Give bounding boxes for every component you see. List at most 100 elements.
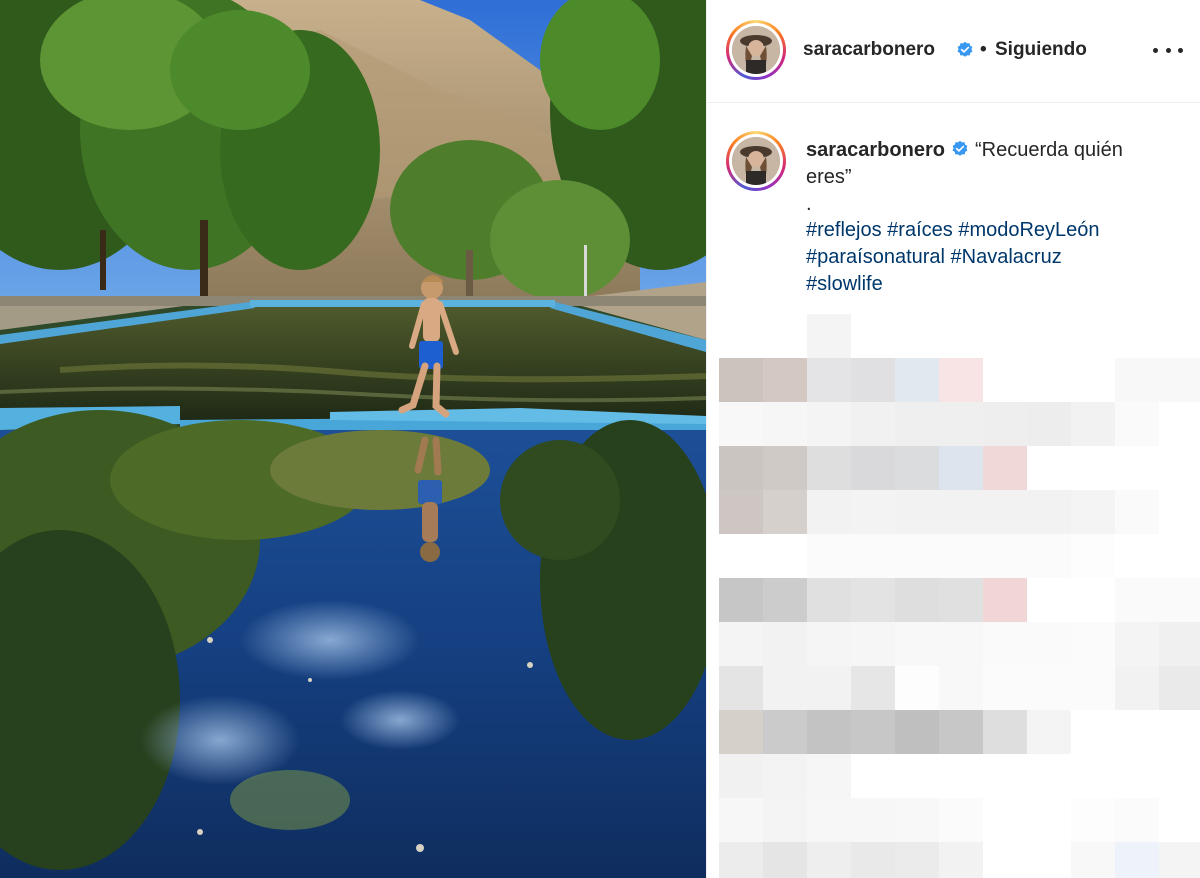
pixel-block [807,622,851,666]
pixel-block [895,314,939,358]
pixel-block [763,842,807,878]
pixel-block [1159,534,1200,578]
pixel-block [1071,622,1115,666]
avatar[interactable] [726,20,786,80]
pixel-block [1115,798,1159,842]
pixel-block [1159,402,1200,446]
caption-line-1: “Recuerda quién [974,139,1123,161]
pixel-block [1027,710,1071,754]
pixel-block [807,578,851,622]
verified-badge-icon [957,41,973,57]
pixel-block [719,754,763,798]
pixel-block [1115,490,1159,534]
pixel-block [939,622,983,666]
hashtag-link[interactable]: #raíces [887,219,953,241]
pixel-block [1027,666,1071,710]
hashtag-link[interactable]: #modoReyLeón [958,219,1099,241]
pixel-block [1115,622,1159,666]
pixel-block [1159,666,1200,710]
pixel-block [1071,666,1115,710]
profile-picture [732,137,780,185]
pixel-block [1027,798,1071,842]
pixel-block [939,710,983,754]
pixel-block [1115,710,1159,754]
verified-badge-icon [952,140,968,156]
pixel-block [1159,490,1200,534]
pixel-block [807,490,851,534]
pixel-block [895,666,939,710]
pixel-block [895,534,939,578]
pixel-block [763,622,807,666]
caption-avatar[interactable] [726,131,786,191]
pixel-block [807,358,851,402]
pixel-block [983,490,1027,534]
caption-line-2: eres” [806,166,852,188]
pixel-block [1071,842,1115,878]
pixel-block [807,842,851,878]
pixel-block [1027,314,1071,358]
pixel-block [983,666,1027,710]
pixel-block [1115,754,1159,798]
pixel-block [807,534,851,578]
pixel-block [763,666,807,710]
more-options-icon[interactable] [1153,40,1183,60]
pixel-block [1115,578,1159,622]
hashtag-link[interactable]: #slowlife [806,273,883,295]
caption-text: saracarbonero “Recuerda quién eres” . [806,137,1166,218]
pixel-block [763,402,807,446]
pixel-block [763,754,807,798]
pixel-block [807,314,851,358]
pixel-block [983,446,1027,490]
pixel-block [939,314,983,358]
pixel-block [983,798,1027,842]
pixel-block [763,446,807,490]
pixel-block [719,622,763,666]
pixel-block [895,798,939,842]
following-button[interactable]: Siguiendo [995,39,1087,61]
hashtag-link[interactable]: #reflejos [806,219,882,241]
pixel-block [763,578,807,622]
post-photo[interactable] [0,0,706,878]
pixel-block [1071,314,1115,358]
pixel-block [763,710,807,754]
pixel-block [1115,534,1159,578]
pixel-block [1115,358,1159,402]
pixel-block [719,402,763,446]
pixel-block [1027,754,1071,798]
pixel-block [1159,798,1200,842]
caption-username[interactable]: saracarbonero [806,139,945,161]
post-username[interactable]: saracarbonero [803,39,935,61]
pixel-block [895,358,939,402]
pixel-block [895,710,939,754]
pixel-block [983,314,1027,358]
pixel-block [1115,666,1159,710]
pixel-block [1115,314,1159,358]
pixel-block [851,710,895,754]
hashtag-link[interactable]: #Navalacruz [951,246,1062,268]
pixel-block [895,402,939,446]
pixel-block [807,710,851,754]
pixel-block [1071,446,1115,490]
pixel-block [895,490,939,534]
post-side-panel: saracarbonero • Siguiendo saracarbonero … [706,0,1200,878]
pixel-block [719,534,763,578]
pixel-block [807,754,851,798]
pixel-block [851,402,895,446]
pixel-block [1159,578,1200,622]
pixel-block [939,578,983,622]
pixel-block [939,754,983,798]
pixel-block [1071,358,1115,402]
pixel-block [851,622,895,666]
pixel-block [895,754,939,798]
pixel-block [895,446,939,490]
pixel-block [851,446,895,490]
pixel-block [763,358,807,402]
pixel-block [939,534,983,578]
hashtag-link[interactable]: #paraísonatural [806,246,945,268]
pixel-block [1027,578,1071,622]
pixel-block [1159,842,1200,878]
pixel-block [719,490,763,534]
pixel-block [939,402,983,446]
pixel-block [983,622,1027,666]
pixel-block [1027,402,1071,446]
